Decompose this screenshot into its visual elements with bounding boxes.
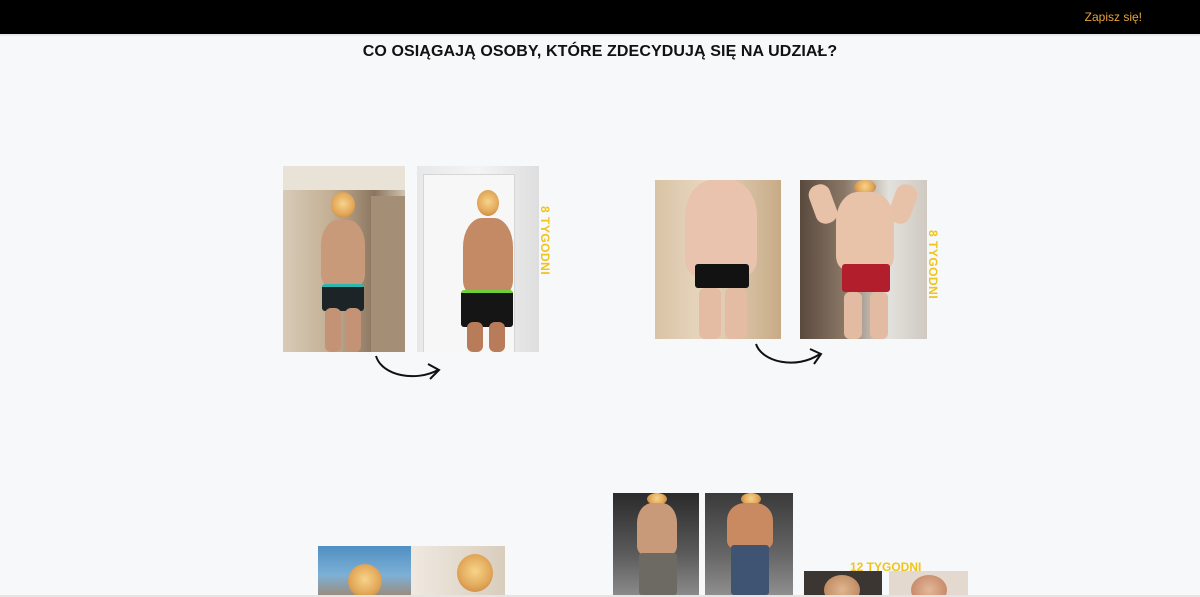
arrow-icon — [375, 355, 441, 380]
before-photo — [804, 571, 882, 595]
after-photo — [800, 180, 927, 339]
divider — [0, 34, 1200, 36]
before-photo — [283, 166, 405, 352]
duration-label: 8 TYGODNI — [538, 206, 552, 276]
after-photo — [889, 571, 968, 595]
after-photo — [411, 546, 505, 595]
after-photo — [417, 166, 539, 352]
duration-label: 8 TYGODNI — [926, 230, 940, 300]
signup-link[interactable]: Zapisz się! — [1085, 10, 1142, 24]
before-photo — [318, 546, 411, 595]
before-photo — [613, 493, 699, 595]
section-title: CO OSIĄGAJĄ OSOBY, KTÓRE ZDECYDUJĄ SIĘ N… — [362, 43, 838, 60]
top-navigation-bar: Zapisz się! — [0, 0, 1200, 34]
before-photo — [655, 180, 781, 339]
arrow-icon — [755, 343, 823, 365]
after-photo — [705, 493, 793, 595]
